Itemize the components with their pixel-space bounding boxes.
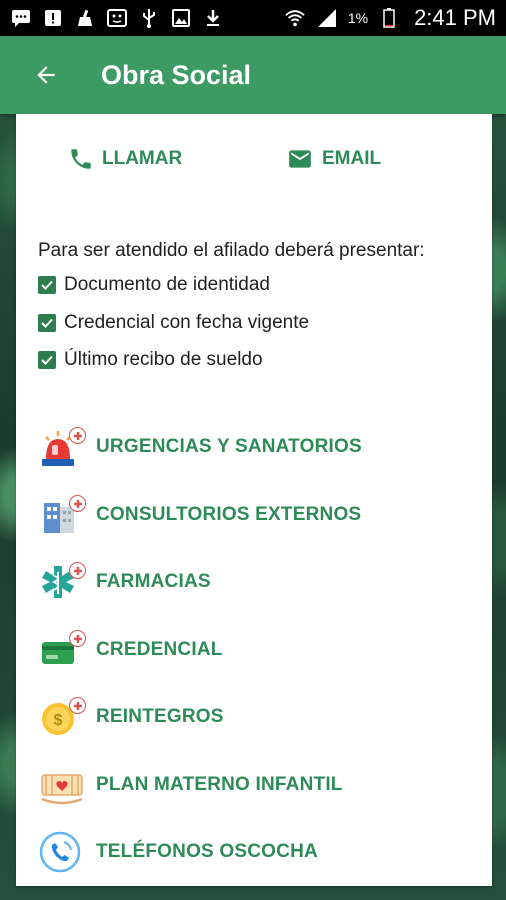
requirement-label: Último recibo de sueldo [64, 349, 263, 370]
plus-badge-icon [69, 495, 86, 512]
requirement-item: Último recibo de sueldo [38, 349, 263, 371]
face-icon [106, 7, 128, 29]
alert-icon [42, 7, 64, 29]
phone-icon [71, 149, 91, 169]
requirement-item: Credencial con fecha vigente [38, 312, 309, 334]
phone-circle-icon [38, 830, 90, 874]
requirement-label: Documento de identidad [64, 274, 270, 295]
plus-badge-icon [69, 427, 86, 444]
email-button[interactable]: EMAIL [286, 144, 381, 174]
status-bar: 1% 2:41 PM [0, 0, 506, 36]
app-bar: Obra Social [0, 36, 506, 114]
mail-icon [289, 150, 311, 168]
usb-icon [138, 7, 160, 29]
status-left [10, 7, 224, 29]
signal-icon [316, 7, 338, 29]
back-button[interactable] [26, 55, 66, 95]
call-button[interactable]: LLAMAR [68, 144, 182, 174]
requirement-label: Credencial con fecha vigente [64, 312, 310, 333]
siren-icon [38, 425, 90, 469]
plus-badge-icon [69, 630, 86, 647]
contact-actions: LLAMAR EMAIL [16, 144, 492, 174]
pharmacy-icon [38, 560, 90, 604]
image-icon [170, 7, 192, 29]
email-label: EMAIL [322, 148, 382, 169]
requirements-title: Para ser atendido el afilado deberá pres… [38, 240, 425, 261]
menu-item-telefonos[interactable]: TELÉFONOS OSCOCHA [38, 828, 478, 876]
menu-item-reintegros[interactable]: $ REINTEGROS [38, 693, 478, 741]
menu-item-urgencias[interactable]: URGENCIAS Y SANATORIOS [38, 423, 478, 471]
menu-label: URGENCIAS Y SANATORIOS [96, 436, 362, 457]
checkbox-checked-icon [38, 314, 56, 332]
menu-item-credencial[interactable]: CREDENCIAL [38, 626, 478, 674]
menu-item-consultorios[interactable]: CONSULTORIOS EXTERNOS [38, 491, 478, 539]
menu-label: CONSULTORIOS EXTERNOS [96, 504, 362, 525]
plus-badge-icon [69, 562, 86, 579]
card-icon [38, 628, 90, 672]
svg-text:$: $ [54, 712, 63, 729]
building-icon [38, 493, 90, 537]
cleaner-icon [74, 7, 96, 29]
menu-item-farmacias[interactable]: FARMACIAS [38, 558, 478, 606]
download-icon [202, 7, 224, 29]
menu-label: PLAN MATERNO INFANTIL [96, 774, 343, 795]
requirement-item: Documento de identidad [38, 274, 270, 296]
wifi-icon [284, 7, 306, 29]
battery-percent: 1% [347, 10, 369, 26]
call-label: LLAMAR [102, 148, 183, 169]
plus-badge-icon [69, 697, 86, 714]
coin-icon: $ [38, 695, 90, 739]
menu-label: REINTEGROS [96, 706, 224, 727]
menu-item-plan-materno[interactable]: PLAN MATERNO INFANTIL [38, 761, 478, 809]
clock: 2:41 PM [414, 5, 496, 30]
cradle-icon [38, 763, 90, 807]
status-right: 1% 2:41 PM [284, 5, 496, 31]
menu-label: FARMACIAS [96, 571, 211, 592]
message-icon [10, 7, 32, 29]
page-title: Obra Social [101, 59, 252, 90]
checkbox-checked-icon [38, 276, 56, 294]
content-card: LLAMAR EMAIL Para ser atendido el afilad… [16, 114, 492, 886]
arrow-back-icon [37, 66, 55, 84]
menu-label: TELÉFONOS OSCOCHA [96, 841, 318, 862]
battery-icon [378, 7, 400, 29]
menu-label: CREDENCIAL [96, 639, 223, 660]
checkbox-checked-icon [38, 351, 56, 369]
